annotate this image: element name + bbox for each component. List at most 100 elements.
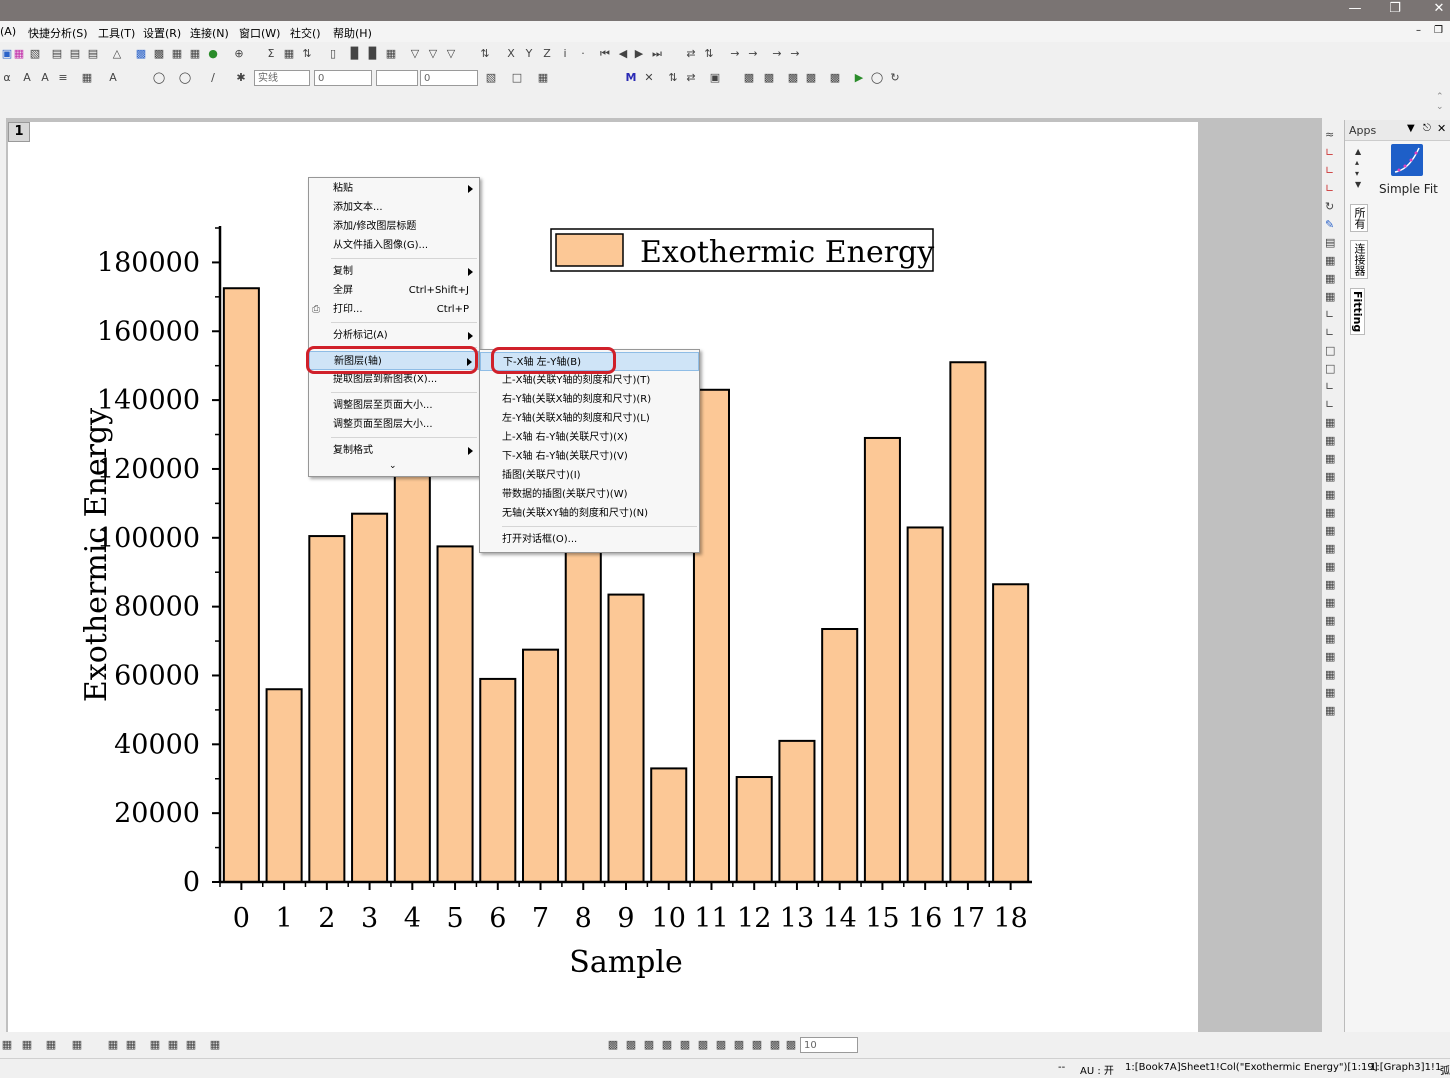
grid-select-icon[interactable]: ▦ — [70, 1038, 84, 1052]
submenu-bottom-x-right-y[interactable]: 下-X轴 右-Y轴(关联尺寸)(V) — [480, 447, 699, 466]
align-icon[interactable]: ▦ — [1325, 666, 1335, 684]
corner-icon[interactable]: ∟ — [1325, 324, 1335, 342]
axis-icon[interactable]: ∟ — [1325, 162, 1335, 180]
frame-icon[interactable]: □ — [1325, 342, 1335, 360]
corner-icon[interactable]: ∟ — [1325, 306, 1335, 324]
ctx-paste[interactable]: 粘贴 — [309, 179, 479, 198]
close-icon[interactable]: ✕ — [1416, 0, 1450, 21]
submenu-right-y[interactable]: 右-Y轴(关联X轴的刻度和尺寸)(R) — [480, 390, 699, 409]
restore-icon[interactable]: ❐ — [1372, 0, 1418, 21]
align-icon[interactable]: ▦ — [1325, 702, 1335, 720]
bar-6[interactable] — [479, 677, 517, 883]
bar-17[interactable] — [949, 361, 987, 883]
object-icon[interactable]: ▩ — [714, 1038, 728, 1052]
legend[interactable]: Exothermic Energy — [550, 228, 934, 272]
dropdown-icon[interactable]: ▼ — [1407, 123, 1415, 134]
tab-all[interactable]: 所有 — [1350, 204, 1368, 232]
tab-connectors[interactable]: 连接器 — [1350, 240, 1368, 279]
submenu-open-dialog[interactable]: 打开对话框(O)... — [480, 530, 699, 549]
zoom-select[interactable]: 10 — [800, 1037, 858, 1053]
grid-select-icon[interactable]: ▦ — [44, 1038, 58, 1052]
align-icon[interactable]: ▦ — [1325, 432, 1335, 450]
ctx-fullscreen[interactable]: 全屏 Ctrl+Shift+J — [309, 281, 479, 300]
mdi-minimize-icon[interactable]: – — [1416, 25, 1421, 36]
bar-2[interactable] — [308, 535, 346, 883]
ctx-fit-page-to-layer[interactable]: 调整页面至图层大小... — [309, 415, 479, 434]
align-icon[interactable]: ▦ — [1325, 612, 1335, 630]
scroll-arrows[interactable]: ▲ ▴ ▾ ▼ — [1355, 146, 1361, 190]
bar-9[interactable] — [607, 593, 645, 884]
axis-icon[interactable]: ∟ — [1325, 180, 1335, 198]
layout-icon[interactable]: ▦ — [1325, 270, 1335, 288]
ctx-fit-layer-to-page[interactable]: 调整图层至页面大小... — [309, 396, 479, 415]
submenu-inset-with-data[interactable]: 带数据的插图(关联尺寸)(W) — [480, 485, 699, 504]
align-icon[interactable]: ▦ — [1325, 540, 1335, 558]
rotate-icon[interactable]: ↻ — [1325, 198, 1335, 216]
bar-0[interactable] — [222, 287, 260, 884]
corner-icon[interactable]: ∟ — [1325, 378, 1335, 396]
mdi-restore-icon[interactable]: ❐ — [1434, 25, 1443, 36]
submenu-inset[interactable]: 插图(关联尺寸)(I) — [480, 466, 699, 485]
object-icon[interactable]: ▩ — [642, 1038, 656, 1052]
align-icon[interactable]: ▦ — [1325, 684, 1335, 702]
layout-icon[interactable]: ▤ — [1325, 234, 1335, 252]
bar-3[interactable] — [351, 512, 389, 884]
bar-12[interactable] — [735, 776, 773, 884]
align-icon[interactable]: ▦ — [1325, 504, 1335, 522]
layout-icon[interactable]: ▦ — [1325, 252, 1335, 270]
align-icon[interactable]: ▦ — [1325, 648, 1335, 666]
ctx-print[interactable]: ⎙ 打印... Ctrl+P — [309, 300, 479, 319]
layout-icon[interactable]: ▦ — [208, 1038, 222, 1052]
expand-menu-icon[interactable]: ⌄ — [389, 461, 397, 471]
bar-4[interactable] — [393, 467, 431, 883]
bar-16[interactable] — [906, 526, 944, 883]
axis-icon[interactable]: ∟ — [1325, 144, 1335, 162]
submenu-left-y[interactable]: 左-Y轴(关联X轴的刻度和尺寸)(L) — [480, 409, 699, 428]
bar-14[interactable] — [821, 628, 859, 883]
layout-icon[interactable]: ▦ — [166, 1038, 180, 1052]
ctx-add-layer-title[interactable]: 添加/修改图层标题 — [309, 217, 479, 236]
object-icon[interactable]: ▩ — [624, 1038, 638, 1052]
tab-fitting[interactable]: Fitting — [1350, 288, 1365, 336]
bar-1[interactable] — [265, 688, 303, 884]
ctx-copy[interactable]: 复制 — [309, 262, 479, 281]
bar-5[interactable] — [436, 545, 474, 883]
simple-fit-app-icon[interactable] — [1391, 144, 1423, 176]
bar-15[interactable] — [863, 436, 901, 883]
ctx-insert-image[interactable]: 从文件插入图像(G)... — [309, 236, 479, 255]
bar-18[interactable] — [992, 583, 1030, 883]
align-icon[interactable]: ▦ — [1325, 522, 1335, 540]
ctx-add-text[interactable]: 添加文本... — [309, 198, 479, 217]
layout-icon[interactable]: ▦ — [148, 1038, 162, 1052]
ctx-analysis-marker[interactable]: 分析标记(A) — [309, 326, 479, 345]
layout-icon[interactable]: ▦ — [124, 1038, 138, 1052]
align-icon[interactable]: ▦ — [1325, 576, 1335, 594]
object-icon[interactable]: ▩ — [732, 1038, 746, 1052]
object-icon[interactable]: ▩ — [768, 1038, 782, 1052]
scroll-up-icon[interactable]: ⌃ ⌄ — [1436, 92, 1444, 112]
corner-icon[interactable]: ∟ — [1325, 396, 1335, 414]
align-icon[interactable]: ▦ — [1325, 594, 1335, 612]
align-icon[interactable]: ▦ — [1325, 414, 1335, 432]
edit-icon[interactable]: ✎ — [1325, 216, 1335, 234]
align-icon[interactable]: ▦ — [1325, 468, 1335, 486]
object-icon[interactable]: ▩ — [678, 1038, 692, 1052]
bar-13[interactable] — [778, 739, 816, 883]
object-icon[interactable]: ▩ — [660, 1038, 674, 1052]
grid-select-icon[interactable]: ▦ — [20, 1038, 34, 1052]
object-icon[interactable]: ▩ — [750, 1038, 764, 1052]
bar-10[interactable] — [650, 767, 688, 883]
grid-select-icon[interactable]: ▦ — [0, 1038, 14, 1052]
object-icon[interactable]: ▩ — [606, 1038, 620, 1052]
bar-7[interactable] — [522, 648, 560, 883]
align-icon[interactable]: ▦ — [1325, 630, 1335, 648]
close-panel-icon[interactable]: ✕ — [1437, 122, 1446, 135]
bar-8[interactable] — [564, 540, 602, 883]
object-icon[interactable]: ▩ — [784, 1038, 798, 1052]
submenu-top-x-right-y[interactable]: 上-X轴 右-Y轴(关联尺寸)(X) — [480, 428, 699, 447]
frame-icon[interactable]: □ — [1325, 360, 1335, 378]
ctx-copy-format[interactable]: 复制格式 — [309, 441, 479, 460]
scale-icon[interactable]: ≈ — [1325, 126, 1335, 144]
object-icon[interactable]: ▩ — [696, 1038, 710, 1052]
align-icon[interactable]: ▦ — [1325, 558, 1335, 576]
